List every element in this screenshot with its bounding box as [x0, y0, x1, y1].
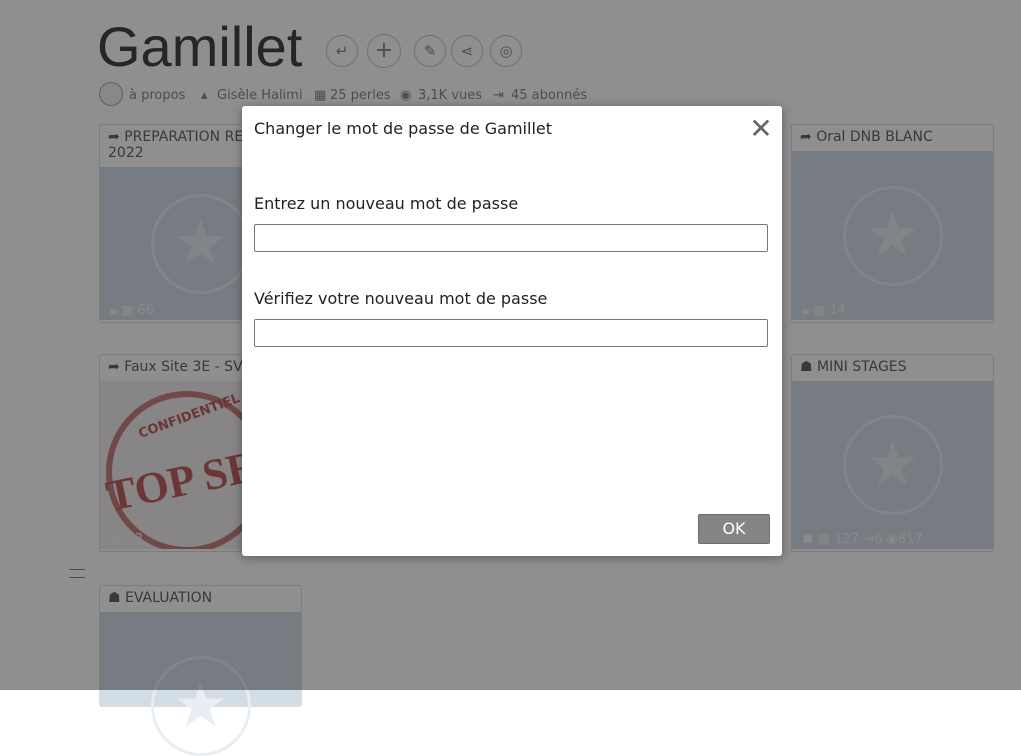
new-password-input[interactable]: [254, 224, 768, 252]
close-icon[interactable]: ✕: [749, 115, 773, 143]
dialog-title: Changer le mot de passe de Gamillet: [254, 119, 553, 138]
verify-password-label: Vérifiez votre nouveau mot de passe: [254, 289, 548, 308]
new-password-label: Entrez un nouveau mot de passe: [254, 194, 519, 213]
verify-password-input[interactable]: [254, 319, 768, 347]
change-password-dialog: Changer le mot de passe de Gamillet ✕ En…: [242, 106, 782, 556]
ok-button[interactable]: OK: [698, 514, 770, 544]
